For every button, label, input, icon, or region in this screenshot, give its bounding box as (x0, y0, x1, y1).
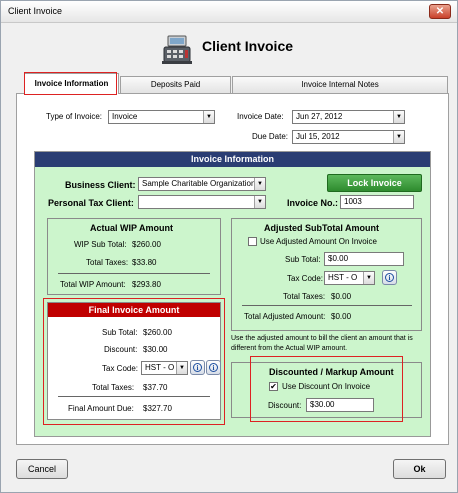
wip-total-taxes-value: $33.80 (132, 258, 157, 267)
invoice-information-panel: Type of Invoice: Invoice ▼ Invoice Date:… (16, 93, 449, 445)
type-of-invoice-label: Type of Invoice: (46, 112, 103, 121)
total-adjusted-amount-value: $0.00 (331, 312, 352, 321)
final-invoice-box: Final Invoice Amount Sub Total: $260.00 … (47, 302, 221, 420)
type-of-invoice-select[interactable]: Invoice ▼ (108, 110, 215, 124)
invoice-date-value: Jun 27, 2012 (296, 112, 343, 121)
business-client-label: Business Client: (65, 180, 136, 190)
final-sub-total-label: Sub Total: (102, 328, 138, 337)
info-icon: i (209, 363, 218, 372)
cancel-button[interactable]: Cancel (16, 459, 68, 479)
due-date-picker[interactable]: Jul 15, 2012 ▼ (292, 130, 405, 144)
ok-button[interactable]: Ok (393, 459, 446, 479)
info-icon: i (385, 273, 394, 282)
business-client-select[interactable]: Sample Charitable Organization ▼ (138, 177, 266, 191)
actual-wip-box: Actual WIP Amount WIP Sub Total: $260.00… (47, 218, 221, 295)
client-invoice-window: Client Invoice ✕ Client Invoice Invoice … (0, 0, 458, 493)
divider (58, 273, 210, 274)
chevron-down-icon: ▼ (393, 131, 404, 143)
chevron-down-icon: ▼ (176, 362, 187, 374)
final-tax-info-button-2[interactable]: i (206, 360, 221, 375)
discount-markup-title: Discounted / Markup Amount (269, 367, 394, 377)
invoice-date-picker[interactable]: Jun 27, 2012 ▼ (292, 110, 405, 124)
chevron-down-icon: ▼ (203, 111, 214, 123)
use-discount-label: Use Discount On Invoice (282, 382, 371, 391)
final-tax-code-select[interactable]: HST - O ▼ (141, 361, 188, 375)
final-invoice-title: Final Invoice Amount (48, 303, 220, 317)
final-discount-label: Discount: (104, 345, 138, 354)
personal-tax-client-select[interactable]: ▼ (138, 195, 266, 209)
personal-tax-client-label: Personal Tax Client: (48, 198, 134, 208)
final-tax-code-value: HST - O (145, 363, 175, 372)
actual-wip-title: Actual WIP Amount (90, 223, 173, 233)
chevron-down-icon: ▼ (254, 178, 265, 190)
adjusted-tax-info-button[interactable]: i (382, 270, 397, 285)
close-button[interactable]: ✕ (429, 4, 451, 19)
discount-label: Discount: (268, 401, 302, 410)
invoice-no-input[interactable]: 1003 (340, 195, 414, 209)
adjusted-total-taxes-value: $0.00 (331, 292, 352, 301)
due-date-value: Jul 15, 2012 (296, 132, 340, 141)
adjusted-total-taxes-label: Total Taxes: (283, 292, 326, 301)
final-total-taxes-value: $37.70 (143, 383, 168, 392)
adjusted-tax-code-select[interactable]: HST - O ▼ (324, 271, 375, 285)
tab-invoice-internal-notes[interactable]: Invoice Internal Notes (232, 76, 448, 93)
adjusted-sub-total-label: Sub Total: (285, 255, 321, 264)
header: Client Invoice (1, 29, 457, 71)
tab-invoice-information[interactable]: Invoice Information (24, 73, 119, 94)
adjusted-subtotal-box: Adjusted SubTotal Amount Use Adjusted Am… (231, 218, 422, 331)
use-discount-checkbox[interactable]: ✔ (269, 382, 278, 391)
window-title: Client Invoice (8, 6, 63, 16)
total-adjusted-amount-label: Total Adjusted Amount: (244, 312, 326, 321)
lock-invoice-button[interactable]: Lock Invoice (327, 174, 422, 192)
final-tax-code-label: Tax Code: (102, 364, 139, 373)
tab-deposits-paid[interactable]: Deposits Paid (120, 76, 231, 93)
final-tax-info-button[interactable]: i (190, 360, 205, 375)
invoice-no-label: Invoice No.: (287, 198, 339, 208)
chevron-down-icon: ▼ (363, 272, 374, 284)
section-title: Invoice Information (35, 152, 430, 167)
adjusted-sub-total-input[interactable]: $0.00 (324, 252, 404, 266)
wip-sub-total-value: $260.00 (132, 240, 161, 249)
final-discount-value: $30.00 (143, 345, 168, 354)
divider (58, 396, 210, 397)
info-icon: i (193, 363, 202, 372)
total-wip-amount-label: Total WIP Amount: (60, 280, 126, 289)
invoice-date-label: Invoice Date: (237, 112, 284, 121)
use-adjusted-amount-label: Use Adjusted Amount On Invoice (260, 237, 377, 246)
page-title: Client Invoice (202, 38, 294, 54)
final-sub-total-value: $260.00 (143, 328, 172, 337)
use-adjusted-amount-checkbox[interactable] (248, 237, 257, 246)
wip-sub-total-label: WIP Sub Total: (74, 240, 127, 249)
type-of-invoice-value: Invoice (112, 112, 138, 121)
adjusted-tax-code-label: Tax Code: (287, 274, 324, 283)
final-amount-due-label: Final Amount Due: (68, 404, 134, 413)
wip-total-taxes-label: Total Taxes: (86, 258, 129, 267)
title-bar: Client Invoice ✕ (1, 1, 457, 23)
final-amount-due-value: $327.70 (143, 404, 172, 413)
chevron-down-icon: ▼ (254, 196, 265, 208)
adjusted-tax-code-value: HST - O (328, 273, 358, 282)
total-wip-amount-value: $293.80 (132, 280, 161, 289)
due-date-label: Due Date: (252, 132, 289, 141)
adjusted-subtotal-title: Adjusted SubTotal Amount (264, 223, 379, 233)
discount-input[interactable]: $30.00 (306, 398, 374, 412)
tab-bar: Invoice Information Deposits Paid Invoic… (16, 73, 449, 94)
discount-markup-box: Discounted / Markup Amount ✔ Use Discoun… (231, 362, 422, 418)
final-total-taxes-label: Total Taxes: (92, 383, 135, 392)
invoice-information-section: Invoice Information Business Client: Sam… (34, 151, 431, 437)
divider (242, 305, 412, 306)
cash-register-icon (162, 35, 192, 64)
chevron-down-icon: ▼ (393, 111, 404, 123)
adjusted-amount-note: Use the adjusted amount to bill the clie… (231, 335, 413, 352)
business-client-value: Sample Charitable Organization (142, 179, 256, 188)
